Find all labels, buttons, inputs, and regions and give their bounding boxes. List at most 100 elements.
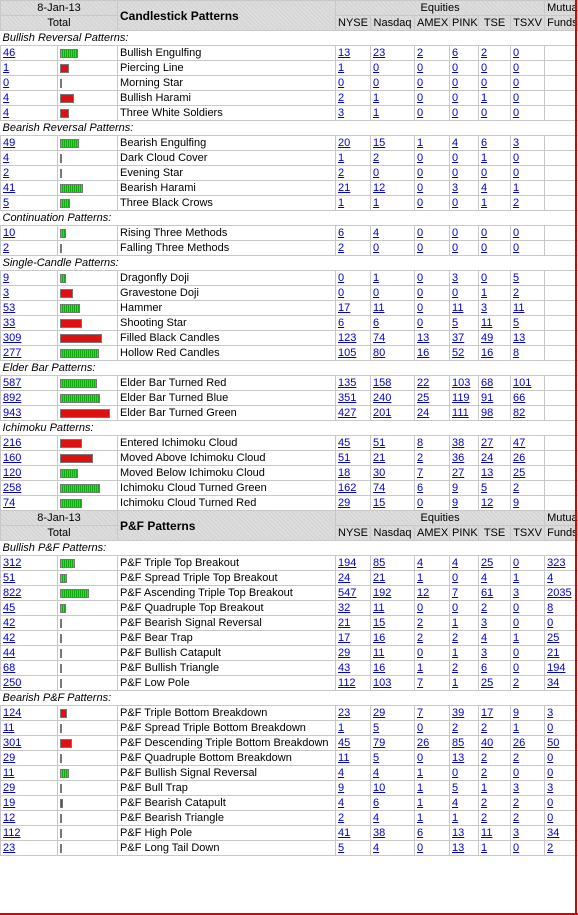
count-link[interactable]: 0: [452, 152, 458, 164]
mutual-fund-link[interactable]: 3: [547, 707, 553, 719]
total-link[interactable]: 9: [3, 272, 9, 284]
count-link[interactable]: 16: [373, 632, 385, 644]
count-link[interactable]: 0: [417, 62, 423, 74]
count-link[interactable]: 51: [373, 437, 385, 449]
count-link[interactable]: 11: [373, 602, 384, 614]
mutual-fund-link[interactable]: 0: [547, 722, 553, 734]
mutual-fund-link[interactable]: 3: [547, 782, 553, 794]
count-link[interactable]: 24: [417, 407, 429, 419]
count-link[interactable]: 2: [417, 452, 423, 464]
count-link[interactable]: 5: [373, 722, 379, 734]
mutual-fund-link[interactable]: 21: [547, 647, 559, 659]
count-link[interactable]: 2: [373, 152, 379, 164]
count-link[interactable]: 16: [417, 347, 429, 359]
count-link[interactable]: 0: [513, 647, 519, 659]
count-link[interactable]: 4: [373, 812, 379, 824]
total-link[interactable]: 53: [3, 302, 15, 314]
total-link[interactable]: 309: [3, 332, 21, 344]
count-link[interactable]: 3: [513, 782, 519, 794]
count-link[interactable]: 1: [338, 197, 344, 209]
count-link[interactable]: 1: [338, 152, 344, 164]
total-link[interactable]: 943: [3, 407, 21, 419]
count-link[interactable]: 0: [481, 62, 487, 74]
count-link[interactable]: 192: [373, 587, 391, 599]
count-link[interactable]: 6: [417, 827, 423, 839]
total-link[interactable]: 11: [3, 767, 14, 779]
count-link[interactable]: 13: [338, 47, 350, 59]
count-link[interactable]: 7: [417, 677, 423, 689]
count-link[interactable]: 11: [452, 302, 463, 314]
count-link[interactable]: 0: [481, 272, 487, 284]
count-link[interactable]: 1: [373, 107, 379, 119]
count-link[interactable]: 111: [452, 407, 469, 419]
count-link[interactable]: 2: [513, 482, 519, 494]
count-link[interactable]: 3: [481, 647, 487, 659]
count-link[interactable]: 2: [481, 722, 487, 734]
count-link[interactable]: 1: [452, 677, 458, 689]
count-link[interactable]: 1: [513, 182, 519, 194]
count-link[interactable]: 2: [513, 812, 519, 824]
count-link[interactable]: 39: [452, 707, 464, 719]
count-link[interactable]: 0: [417, 647, 423, 659]
count-link[interactable]: 8: [417, 437, 423, 449]
count-link[interactable]: 16: [481, 347, 493, 359]
count-link[interactable]: 0: [452, 572, 458, 584]
count-link[interactable]: 38: [452, 437, 464, 449]
count-link[interactable]: 85: [373, 557, 385, 569]
mutual-fund-link[interactable]: 0: [547, 752, 553, 764]
count-link[interactable]: 0: [417, 242, 423, 254]
count-link[interactable]: 0: [338, 272, 344, 284]
count-link[interactable]: 2: [513, 197, 519, 209]
count-link[interactable]: 6: [452, 47, 458, 59]
count-link[interactable]: 26: [513, 452, 525, 464]
count-link[interactable]: 0: [452, 167, 458, 179]
count-link[interactable]: 13: [481, 467, 493, 479]
count-link[interactable]: 82: [513, 407, 525, 419]
count-link[interactable]: 351: [338, 392, 356, 404]
count-link[interactable]: 1: [417, 662, 423, 674]
mutual-fund-link[interactable]: 8: [547, 602, 553, 614]
count-link[interactable]: 32: [338, 602, 350, 614]
count-link[interactable]: 0: [417, 287, 423, 299]
count-link[interactable]: 9: [452, 497, 458, 509]
count-link[interactable]: 0: [452, 602, 458, 614]
count-link[interactable]: 1: [481, 287, 487, 299]
count-link[interactable]: 27: [452, 467, 464, 479]
count-link[interactable]: 0: [373, 167, 379, 179]
count-link[interactable]: 91: [481, 392, 493, 404]
total-link[interactable]: 68: [3, 662, 15, 674]
mutual-fund-link[interactable]: 0: [547, 767, 553, 779]
count-link[interactable]: 0: [513, 617, 519, 629]
count-link[interactable]: 5: [452, 782, 458, 794]
count-link[interactable]: 0: [417, 77, 423, 89]
count-link[interactable]: 12: [481, 497, 493, 509]
total-link[interactable]: 4: [3, 107, 9, 119]
count-link[interactable]: 1: [417, 137, 423, 149]
total-link[interactable]: 74: [3, 497, 15, 509]
count-link[interactable]: 8: [513, 347, 519, 359]
count-link[interactable]: 103: [452, 377, 470, 389]
count-link[interactable]: 9: [338, 782, 344, 794]
mutual-fund-link[interactable]: 50: [547, 737, 559, 749]
count-link[interactable]: 0: [373, 287, 379, 299]
total-link[interactable]: 19: [3, 797, 15, 809]
count-link[interactable]: 0: [373, 77, 379, 89]
count-link[interactable]: 20: [338, 137, 350, 149]
count-link[interactable]: 80: [373, 347, 385, 359]
total-link[interactable]: 33: [3, 317, 15, 329]
count-link[interactable]: 2: [452, 662, 458, 674]
total-link[interactable]: 4: [3, 152, 9, 164]
total-link[interactable]: 45: [3, 602, 15, 614]
count-link[interactable]: 1: [338, 722, 344, 734]
total-link[interactable]: 44: [3, 647, 15, 659]
count-link[interactable]: 2: [481, 602, 487, 614]
total-link[interactable]: 4: [3, 92, 9, 104]
count-link[interactable]: 2: [513, 797, 519, 809]
count-link[interactable]: 3: [452, 272, 458, 284]
count-link[interactable]: 0: [338, 77, 344, 89]
count-link[interactable]: 98: [481, 407, 493, 419]
count-link[interactable]: 0: [417, 182, 423, 194]
count-link[interactable]: 47: [513, 437, 525, 449]
count-link[interactable]: 0: [417, 197, 423, 209]
count-link[interactable]: 43: [338, 662, 350, 674]
